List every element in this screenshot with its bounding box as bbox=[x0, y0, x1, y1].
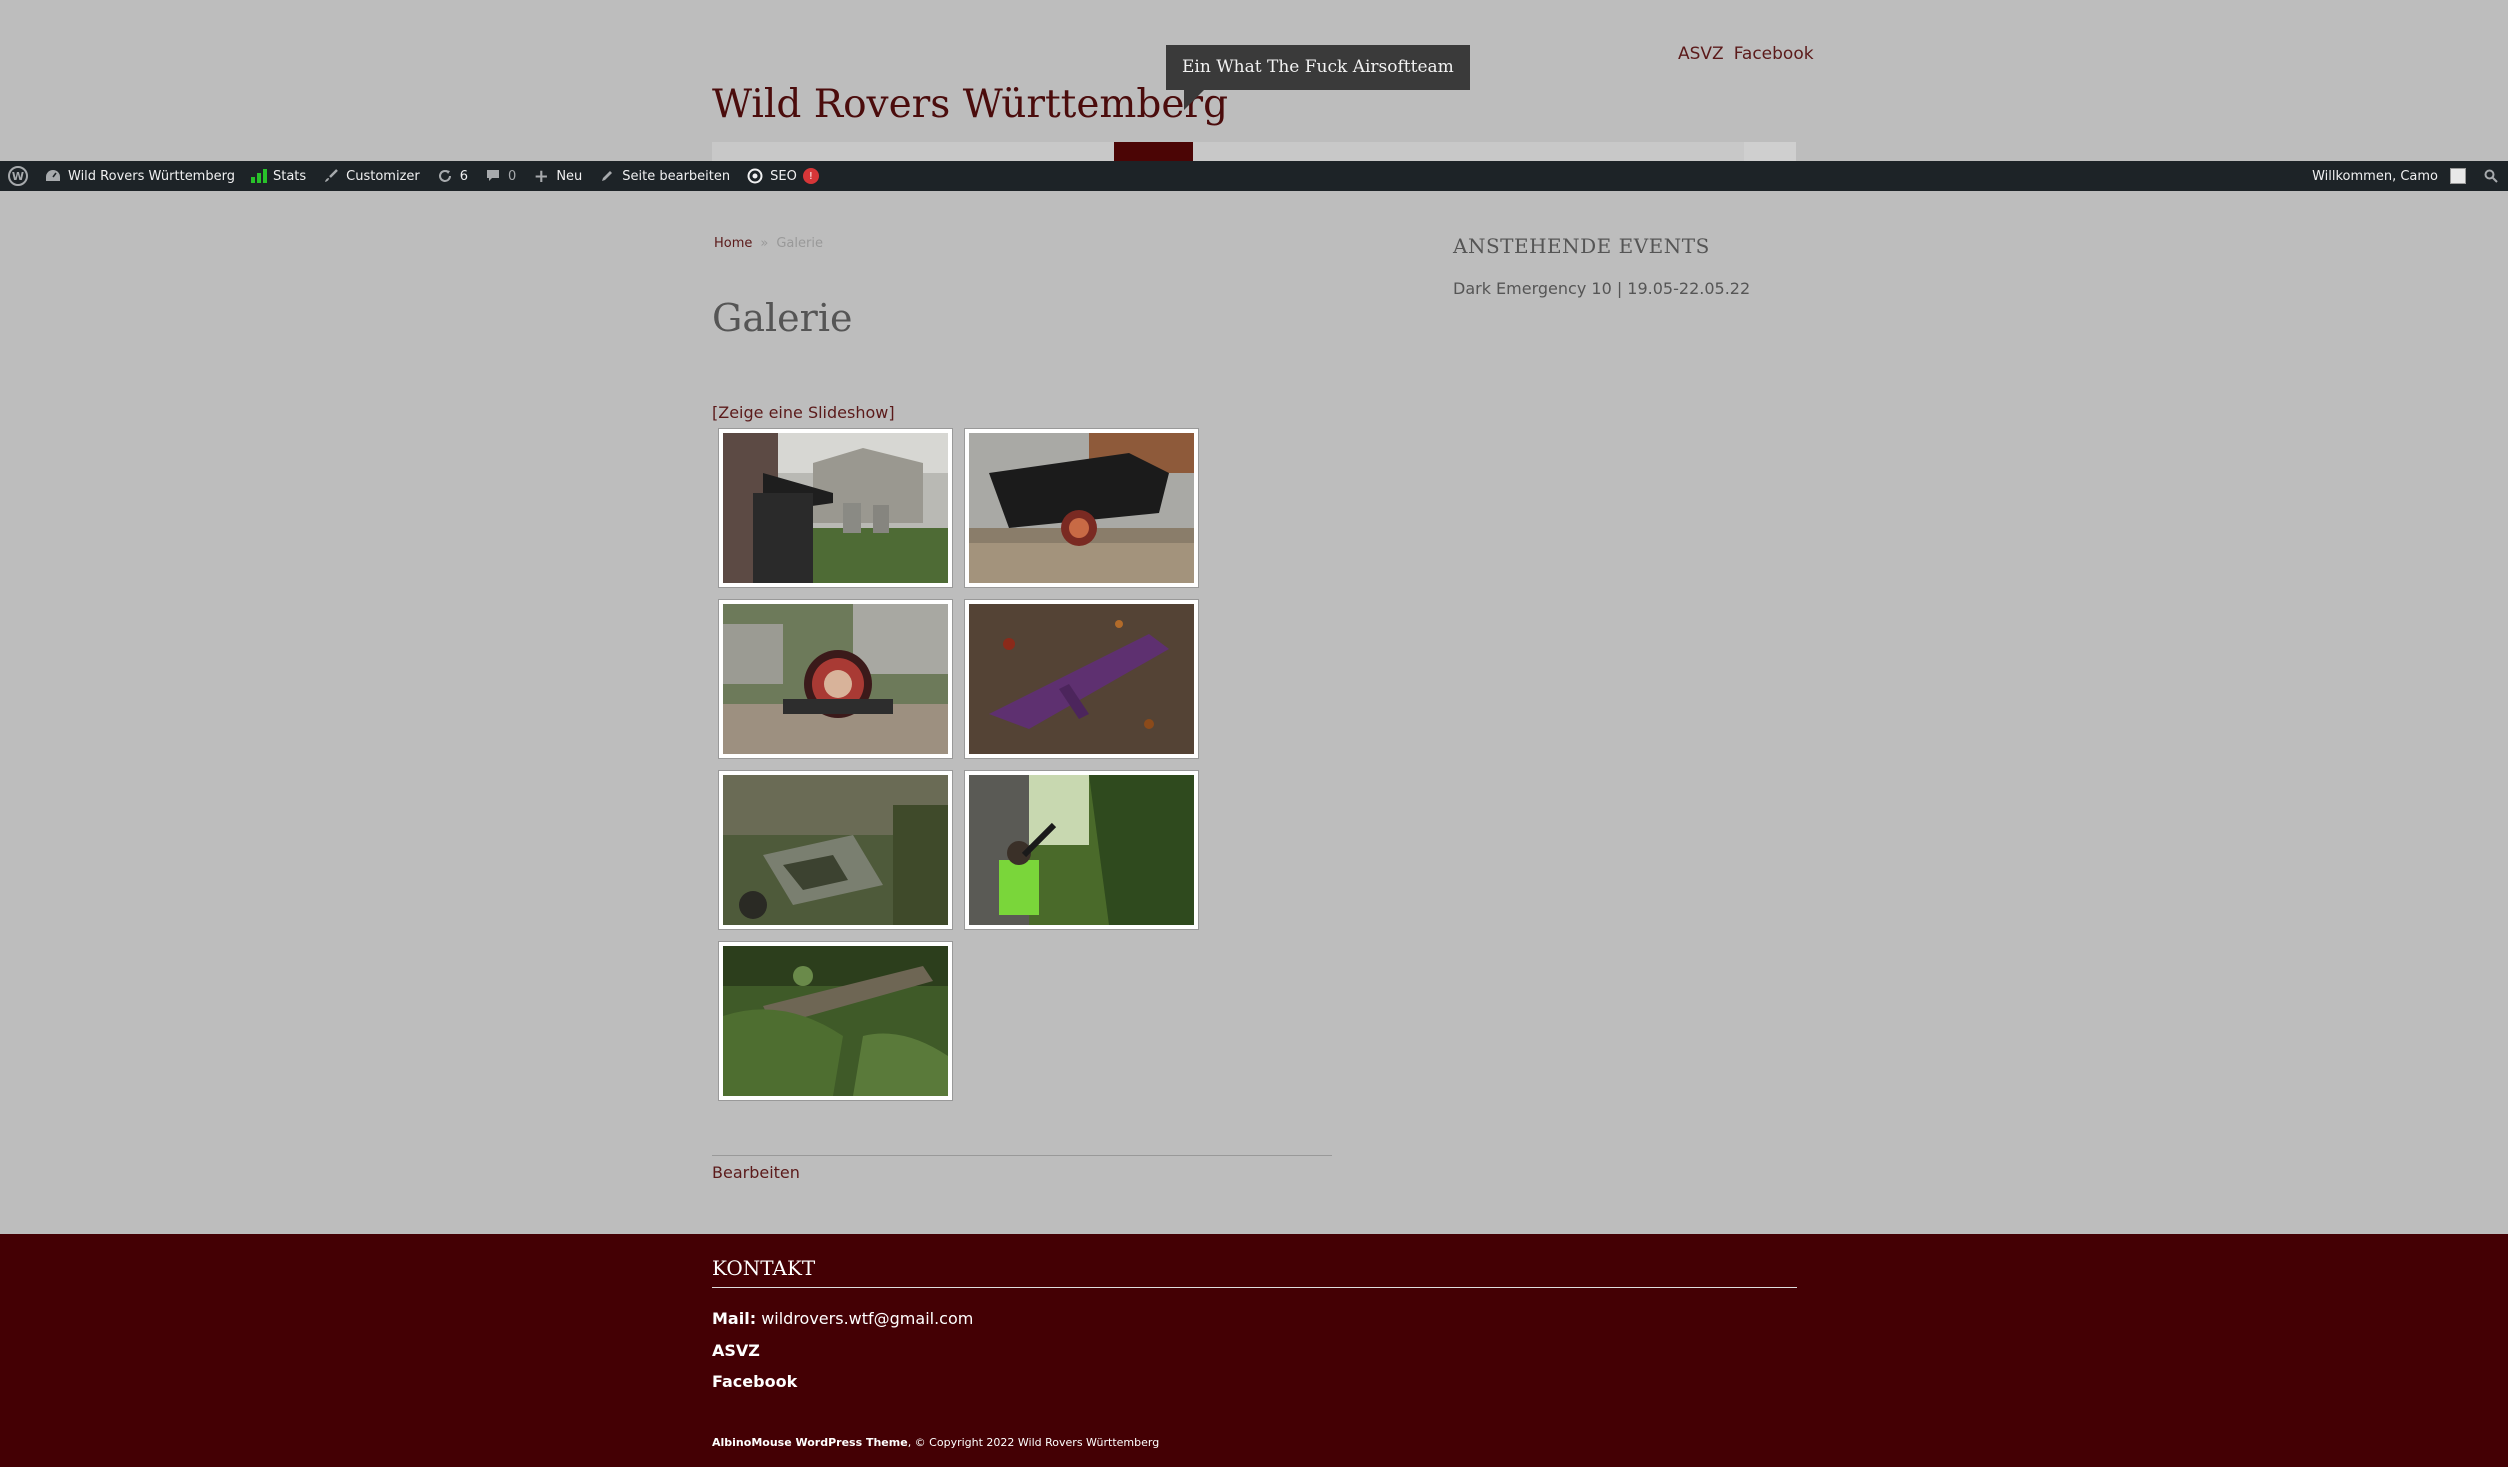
footer-copyright: AlbinoMouse WordPress Theme, © Copyright… bbox=[712, 1436, 1159, 1449]
plus-icon: + bbox=[533, 165, 549, 187]
admin-welcome-label: Willkommen, Camo bbox=[2312, 168, 2438, 184]
admin-updates-count: 6 bbox=[459, 168, 469, 184]
nav-item-active[interactable] bbox=[1114, 142, 1193, 162]
photo-rifle-scope-graveyard-icon bbox=[723, 433, 948, 583]
admin-edit-page[interactable]: Seite bearbeiten bbox=[590, 161, 738, 191]
breadcrumb-current: Galerie bbox=[776, 236, 823, 251]
avatar bbox=[2450, 168, 2466, 184]
wordpress-logo-button[interactable]: W bbox=[0, 161, 36, 191]
admin-edit-page-label: Seite bearbeiten bbox=[622, 168, 731, 184]
admin-seo[interactable]: SEO ! bbox=[738, 161, 827, 191]
nav-search-icon[interactable] bbox=[1744, 142, 1796, 162]
gallery-thumb[interactable] bbox=[718, 599, 953, 759]
gallery-thumb[interactable] bbox=[964, 599, 1199, 759]
content-divider bbox=[712, 1155, 1332, 1156]
site-tagline: Ein What The Fuck Airsoftteam bbox=[1166, 45, 1470, 110]
refresh-icon bbox=[436, 167, 454, 185]
brush-icon bbox=[322, 167, 340, 185]
footer-mail: Mail: wildrovers.wtf@gmail.com bbox=[712, 1309, 973, 1328]
breadcrumb-separator: » bbox=[760, 236, 769, 251]
gallery-thumb[interactable] bbox=[964, 770, 1199, 930]
stats-icon bbox=[250, 169, 267, 183]
admin-new[interactable]: + Neu bbox=[524, 161, 590, 191]
page-title: Galerie bbox=[712, 296, 853, 340]
admin-seo-label: SEO bbox=[770, 168, 797, 184]
main-navigation[interactable] bbox=[712, 142, 1796, 162]
footer-title: KONTAKT bbox=[712, 1256, 816, 1280]
edit-link[interactable]: Bearbeiten bbox=[712, 1163, 800, 1182]
admin-customizer-label: Customizer bbox=[346, 168, 420, 184]
photo-player-aiming-path-icon bbox=[969, 775, 1194, 925]
comment-icon bbox=[484, 167, 502, 185]
breadcrumb: Home » Galerie bbox=[714, 236, 823, 251]
admin-stats-label: Stats bbox=[272, 168, 307, 184]
header-link-facebook[interactable]: Facebook bbox=[1734, 44, 1814, 64]
site-footer: KONTAKT Mail: wildrovers.wtf@gmail.com A… bbox=[0, 1234, 2508, 1467]
gallery-thumb[interactable] bbox=[718, 770, 953, 930]
admin-account[interactable]: Willkommen, Camo bbox=[2304, 161, 2474, 191]
header-links: ASVZ Facebook bbox=[1678, 44, 1814, 64]
photo-rifle-patch-wood-icon bbox=[969, 433, 1194, 583]
dashboard-icon bbox=[44, 167, 62, 185]
photo-fallen-tree-forest-icon bbox=[723, 946, 948, 1096]
header-link-asvz[interactable]: ASVZ bbox=[1678, 44, 1724, 64]
gallery-thumb[interactable] bbox=[718, 941, 953, 1101]
admin-comments-count: 0 bbox=[508, 168, 517, 184]
site-title[interactable]: Wild Rovers Württemberg bbox=[712, 82, 1228, 127]
footer-divider bbox=[712, 1287, 1797, 1288]
footer-copyright-text: , © Copyright 2022 Wild Rovers Württembe… bbox=[907, 1436, 1160, 1449]
admin-updates[interactable]: 6 bbox=[428, 161, 476, 191]
gallery-thumb[interactable] bbox=[964, 428, 1199, 588]
sidebar-widget-title: ANSTEHENDE EVENTS bbox=[1453, 234, 1710, 258]
admin-bar: W Wild Rovers Württemberg Stats Customiz… bbox=[0, 161, 2508, 191]
photo-forest-bunker-icon bbox=[723, 775, 948, 925]
admin-search[interactable] bbox=[2474, 161, 2508, 191]
slideshow-link[interactable]: [Zeige eine Slideshow] bbox=[712, 403, 895, 422]
sidebar-event-item[interactable]: Dark Emergency 10 | 19.05-22.05.22 bbox=[1453, 279, 1750, 298]
admin-site-name[interactable]: Wild Rovers Württemberg bbox=[36, 161, 243, 191]
admin-bar-right: Willkommen, Camo bbox=[2304, 161, 2508, 191]
photo-rifle-on-leaves-icon bbox=[969, 604, 1194, 754]
wordpress-icon: W bbox=[8, 166, 28, 186]
admin-customizer[interactable]: Customizer bbox=[314, 161, 428, 191]
search-icon bbox=[2482, 167, 2500, 185]
breadcrumb-home[interactable]: Home bbox=[714, 236, 752, 251]
photo-patch-on-wood-icon bbox=[723, 604, 948, 754]
footer-theme-link[interactable]: AlbinoMouse WordPress Theme bbox=[712, 1436, 908, 1449]
seo-gear-icon bbox=[746, 167, 764, 185]
gallery-thumb[interactable] bbox=[718, 428, 953, 588]
footer-mail-label: Mail: bbox=[712, 1309, 757, 1328]
footer-link-facebook[interactable]: Facebook bbox=[712, 1372, 797, 1391]
admin-comments[interactable]: 0 bbox=[476, 161, 524, 191]
footer-mail-address[interactable]: wildrovers.wtf@gmail.com bbox=[761, 1309, 973, 1328]
footer-link-asvz[interactable]: ASVZ bbox=[712, 1341, 760, 1360]
admin-site-name-label: Wild Rovers Württemberg bbox=[68, 168, 235, 184]
admin-stats[interactable]: Stats bbox=[243, 161, 314, 191]
pencil-icon bbox=[598, 167, 616, 185]
seo-alert-badge: ! bbox=[802, 168, 819, 184]
admin-new-label: Neu bbox=[556, 168, 583, 184]
